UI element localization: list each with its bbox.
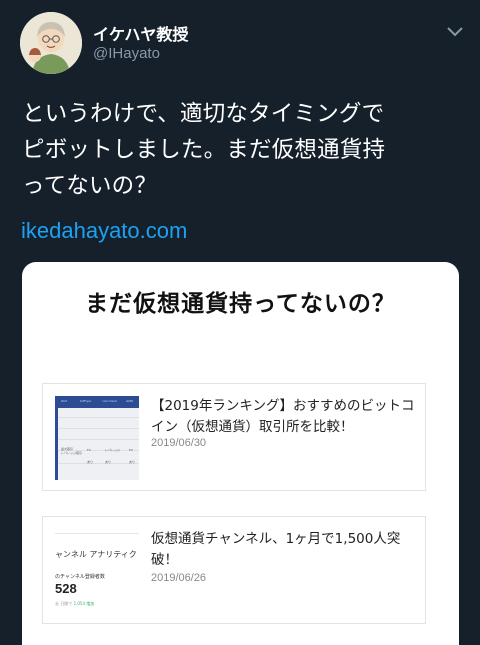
thumb-label: のチャンネル登録者数 (55, 574, 105, 580)
link-preview-card[interactable]: まだ仮想通貨持ってないの？ Zaif bitFlyer coincheck GM… (22, 262, 459, 645)
article-title[interactable]: 仮想通貨チャンネル、1ヶ月で1,500人突破！ (151, 529, 419, 571)
thumb-cell: あり (129, 460, 136, 464)
display-name[interactable]: イケハヤ教授 (93, 21, 188, 45)
article-thumbnail: Zaif bitFlyer coincheck GMO 最大取引 レバレッジ取引… (55, 396, 139, 480)
thumb-cell: あり (87, 460, 94, 464)
tweet-header: イケハヤ教授 @IHayato (20, 12, 470, 74)
thumb-cell: FX (87, 448, 91, 452)
tweet-link[interactable]: ikedahayato.com (21, 218, 187, 244)
tweet-text: というわけで、適切なタイミングで ピボットしました。まだ仮想通貨持 ってないの？ (22, 96, 462, 204)
article-card[interactable]: ャンネル アナリティク のチャンネル登録者数 528 去 日間で 1,054 増… (42, 516, 426, 624)
article-card[interactable]: Zaif bitFlyer coincheck GMO 最大取引 レバレッジ取引… (42, 383, 426, 491)
tweet-line: ピボットしました。まだ仮想通貨持 (22, 137, 386, 163)
thumb-heading: ャンネル アナリティク (55, 550, 137, 559)
avatar[interactable] (20, 12, 82, 74)
thumb-cell: レバレッジ (105, 448, 121, 452)
chevron-down-icon[interactable] (446, 26, 464, 38)
article-date: 2019/06/26 (151, 572, 207, 584)
thumb-cell: レバレッジ取引 (61, 451, 83, 455)
article-title[interactable]: 【2019年ランキング】おすすめのビットコイン（仮想通貨）取引所を比較！ (151, 396, 419, 438)
thumb-header: bitFlyer (80, 399, 92, 403)
thumb-header: coincheck (102, 399, 118, 403)
thumb-cell: FX (129, 448, 133, 452)
thumb-header: Zaif (61, 399, 67, 403)
thumb-sub: 去 日間で 1,054 増加 (55, 601, 95, 606)
thumb-header: GMO (126, 399, 134, 403)
article-date: 2019/06/30 (151, 437, 207, 449)
article-thumbnail: ャンネル アナリティク のチャンネル登録者数 528 去 日間で 1,054 増… (55, 529, 139, 613)
thumbnail-header-bar: Zaif bitFlyer coincheck GMO (55, 396, 139, 408)
avatar-illustration (20, 12, 82, 74)
thumb-cell: あり (105, 460, 112, 464)
thumb-number: 528 (55, 581, 77, 596)
user-handle[interactable]: @IHayato (93, 45, 160, 62)
card-title: まだ仮想通貨持ってないの？ (85, 291, 396, 317)
thumbnail-table: 最大取引 レバレッジ取引 FX レバレッジ FX あり あり あり (55, 408, 139, 480)
tweet-line: ってないの？ (22, 173, 158, 199)
tweet-line: というわけで、適切なタイミングで (22, 101, 385, 127)
